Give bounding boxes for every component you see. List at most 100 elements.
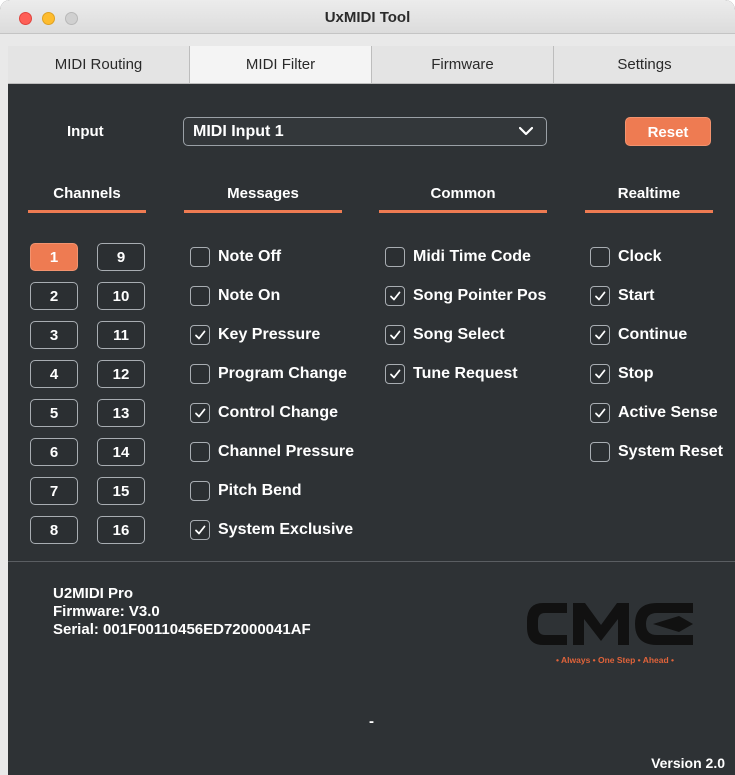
checkbox-label: Start xyxy=(618,287,655,304)
chevron-down-icon xyxy=(519,126,533,136)
device-serial: Serial: 001F00110456ED72000041AF xyxy=(53,621,311,638)
checkmark-icon xyxy=(595,369,606,379)
channel-button-15[interactable]: 15 xyxy=(97,477,145,505)
logo-tagline: • Always • One Step • Ahead • xyxy=(556,655,674,665)
messages-option[interactable]: Channel Pressure xyxy=(190,441,354,463)
checkmark-icon xyxy=(595,330,606,340)
tab-bar: MIDI Routing MIDI Filter Firmware Settin… xyxy=(8,46,735,84)
common-option[interactable]: Song Select xyxy=(385,324,505,346)
reset-button[interactable]: Reset xyxy=(625,117,711,146)
checkmark-icon xyxy=(595,408,606,418)
window-title: UxMIDI Tool xyxy=(324,9,411,26)
checkbox-label: Continue xyxy=(618,326,688,343)
common-option[interactable]: Song Pointer Pos xyxy=(385,285,546,307)
messages-underline xyxy=(184,210,342,213)
channel-button-9[interactable]: 9 xyxy=(97,243,145,271)
checkbox-label: Stop xyxy=(618,365,654,382)
checkbox-label: Control Change xyxy=(218,404,338,421)
checkbox[interactable] xyxy=(190,481,210,501)
common-option[interactable]: Tune Request xyxy=(385,363,518,385)
messages-header: Messages xyxy=(227,185,299,202)
title-bar: UxMIDI Tool xyxy=(0,0,735,34)
checkbox-label: Channel Pressure xyxy=(218,443,355,460)
checkbox[interactable] xyxy=(590,403,610,423)
checkbox[interactable] xyxy=(190,520,210,540)
checkbox[interactable] xyxy=(190,403,210,423)
device-name: U2MIDI Pro xyxy=(53,585,134,602)
input-selected-value: MIDI Input 1 xyxy=(193,123,284,140)
checkbox[interactable] xyxy=(385,364,405,384)
checkbox[interactable] xyxy=(385,247,405,267)
channel-button-14[interactable]: 14 xyxy=(97,438,145,466)
checkbox-label: Song Pointer Pos xyxy=(413,287,547,304)
channels-underline xyxy=(28,210,146,213)
channel-button-8[interactable]: 8 xyxy=(30,516,78,544)
tab-firmware[interactable]: Firmware xyxy=(372,46,554,84)
realtime-option[interactable]: Start xyxy=(590,285,654,307)
checkbox[interactable] xyxy=(590,325,610,345)
channel-button-2[interactable]: 2 xyxy=(30,282,78,310)
realtime-option[interactable]: System Reset xyxy=(590,441,723,463)
checkbox[interactable] xyxy=(190,247,210,267)
messages-option[interactable]: Note On xyxy=(190,285,280,307)
realtime-option[interactable]: Clock xyxy=(590,246,662,268)
messages-option[interactable]: Control Change xyxy=(190,402,338,424)
common-header: Common xyxy=(430,185,496,202)
checkbox-label: Note On xyxy=(218,287,281,304)
messages-option[interactable]: Key Pressure xyxy=(190,324,320,346)
checkbox[interactable] xyxy=(590,247,610,267)
channel-button-4[interactable]: 4 xyxy=(30,360,78,388)
common-option[interactable]: Midi Time Code xyxy=(385,246,531,268)
checkbox[interactable] xyxy=(590,442,610,462)
channel-button-16[interactable]: 16 xyxy=(97,516,145,544)
input-select[interactable]: MIDI Input 1 xyxy=(183,117,547,146)
channel-button-1[interactable]: 1 xyxy=(30,243,78,271)
checkbox[interactable] xyxy=(190,286,210,306)
checkbox-label: Tune Request xyxy=(413,365,518,382)
input-label: Input xyxy=(67,123,104,140)
messages-option[interactable]: Note Off xyxy=(190,246,281,268)
checkbox-label: Key Pressure xyxy=(218,326,321,343)
checkmark-icon xyxy=(595,291,606,301)
checkbox-label: Pitch Bend xyxy=(218,482,302,499)
channel-button-11[interactable]: 11 xyxy=(97,321,145,349)
messages-option[interactable]: Program Change xyxy=(190,363,347,385)
common-underline xyxy=(379,210,547,213)
realtime-header: Realtime xyxy=(617,185,681,202)
realtime-option[interactable]: Continue xyxy=(590,324,687,346)
tab-settings[interactable]: Settings xyxy=(554,46,735,84)
checkbox[interactable] xyxy=(385,325,405,345)
checkbox-label: Active Sense xyxy=(618,404,718,421)
channel-button-3[interactable]: 3 xyxy=(30,321,78,349)
checkbox-label: System Reset xyxy=(618,443,723,460)
checkbox[interactable] xyxy=(190,325,210,345)
channel-button-6[interactable]: 6 xyxy=(30,438,78,466)
cme-logo: • Always • One Step • Ahead • xyxy=(527,603,693,665)
checkbox-label: Note Off xyxy=(218,248,282,265)
checkbox[interactable] xyxy=(190,364,210,384)
app-window: UxMIDI Tool MIDI Routing MIDI Filter Fir… xyxy=(0,0,735,775)
checkbox[interactable] xyxy=(190,442,210,462)
checkbox[interactable] xyxy=(590,286,610,306)
midi-filter-panel: Input MIDI Input 1 Reset Channels Messag… xyxy=(8,84,735,562)
channel-button-5[interactable]: 5 xyxy=(30,399,78,427)
checkmark-icon xyxy=(390,330,401,340)
device-info-area: U2MIDI Pro Firmware: V3.0 Serial: 001F00… xyxy=(8,563,735,775)
checkmark-icon xyxy=(390,291,401,301)
channel-button-12[interactable]: 12 xyxy=(97,360,145,388)
channel-button-10[interactable]: 10 xyxy=(97,282,145,310)
realtime-option[interactable]: Stop xyxy=(590,363,654,385)
channel-button-7[interactable]: 7 xyxy=(30,477,78,505)
checkbox[interactable] xyxy=(590,364,610,384)
checkbox-label: Midi Time Code xyxy=(413,248,531,265)
checkbox[interactable] xyxy=(385,286,405,306)
tab-midi-filter[interactable]: MIDI Filter xyxy=(190,46,372,84)
messages-option[interactable]: System Exclusive xyxy=(190,519,353,541)
device-firmware: Firmware: V3.0 xyxy=(53,603,160,620)
messages-option[interactable]: Pitch Bend xyxy=(190,480,302,502)
tab-midi-routing[interactable]: MIDI Routing xyxy=(8,46,190,84)
realtime-option[interactable]: Active Sense xyxy=(590,402,718,424)
channel-button-13[interactable]: 13 xyxy=(97,399,145,427)
checkbox-label: System Exclusive xyxy=(218,521,354,538)
channels-header: Channels xyxy=(53,185,121,202)
